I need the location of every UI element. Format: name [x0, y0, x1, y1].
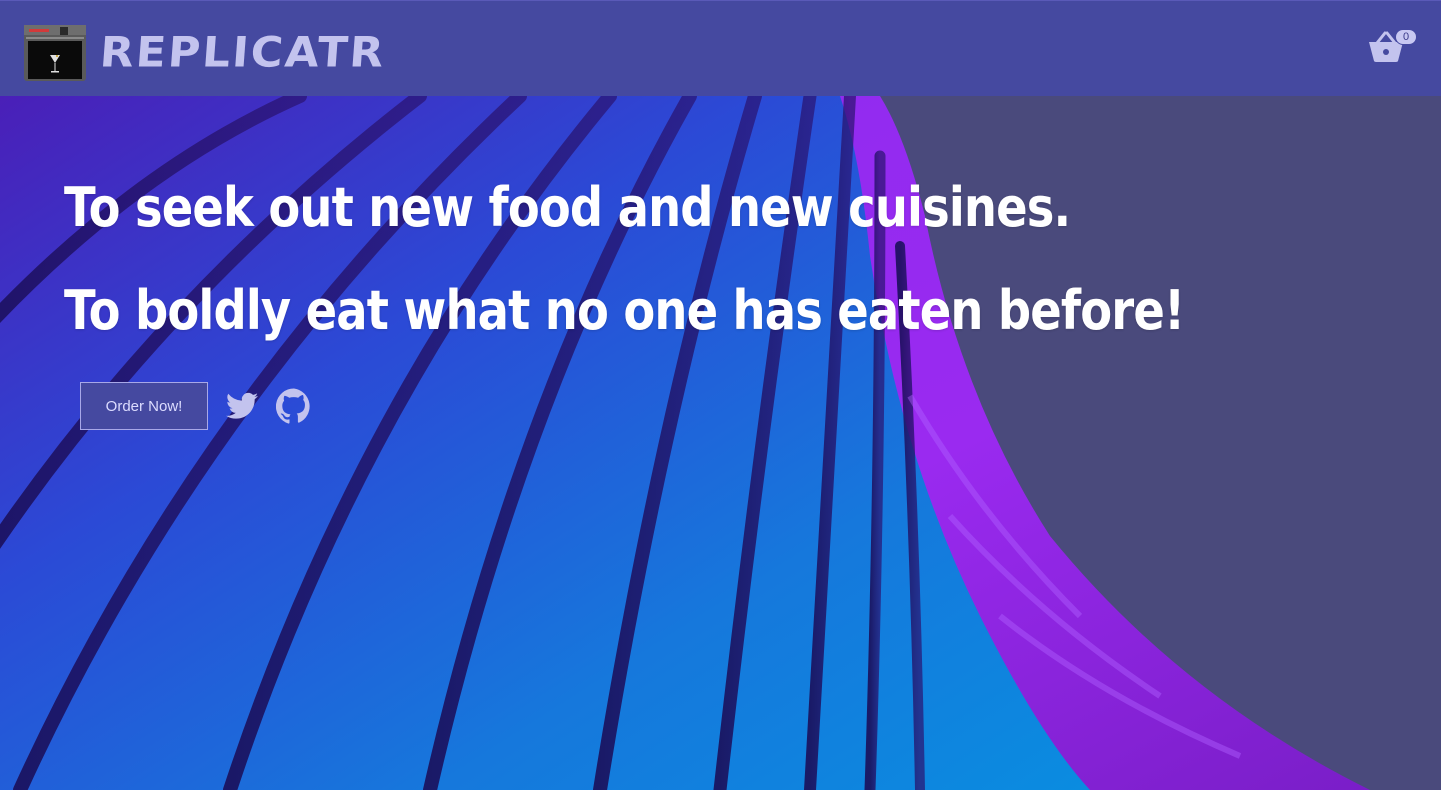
cart-count-badge: 0 — [1395, 29, 1417, 45]
replicator-machine-icon — [24, 25, 86, 81]
twitter-icon — [226, 392, 258, 419]
page: REPLICATR 0 To seek out new food and new… — [0, 0, 1441, 790]
twitter-link[interactable] — [226, 392, 258, 420]
hero-headline-line-2: To boldly eat what no one has eaten befo… — [64, 279, 1185, 342]
home-link[interactable]: REPLICATR — [24, 25, 388, 81]
order-now-button[interactable]: Order Now! — [80, 382, 208, 430]
hero-headline-line-1: To seek out new food and new cuisines. — [64, 176, 1071, 239]
hero-section: To seek out new food and new cuisines. T… — [0, 96, 1441, 790]
top-navbar: REPLICATR 0 — [0, 0, 1441, 96]
github-link[interactable] — [276, 388, 312, 424]
hero-actions: Order Now! — [80, 382, 312, 430]
github-icon — [276, 388, 310, 424]
brand-name: REPLICATR — [98, 28, 388, 77]
cart-button[interactable]: 0 — [1367, 27, 1417, 67]
